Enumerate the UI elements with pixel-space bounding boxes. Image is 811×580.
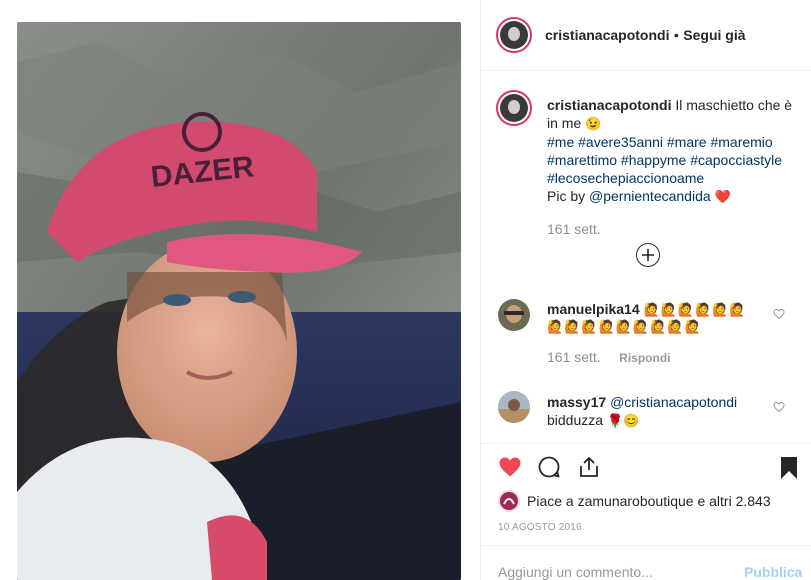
comment-input[interactable]: Aggiungi un commento...: [498, 564, 653, 580]
caption-avatar[interactable]: [496, 90, 532, 126]
red-heart-emoji-icon: ❤️: [714, 189, 731, 204]
header-separator: •: [673, 27, 679, 43]
comment-like-heart-icon[interactable]: [773, 401, 785, 413]
plus-circle-icon: [642, 249, 654, 261]
comment-username[interactable]: massy17: [547, 394, 606, 410]
load-more-comments-button[interactable]: [636, 243, 660, 267]
rose-smile-emoji-icon: 🌹😊: [606, 413, 640, 428]
credit-prefix: Pic by: [547, 188, 586, 204]
raising-hand-emoji-icon: 🙋🙋🙋🙋🙋🙋: [643, 302, 747, 317]
caption-block: cristianacapotondi Il maschietto che è i…: [547, 96, 797, 238]
follow-status-button[interactable]: Segui già: [683, 27, 745, 43]
hashtag[interactable]: #avere35anni: [578, 134, 663, 150]
comment-mention[interactable]: @cristianacapotondi: [610, 394, 737, 410]
comment-time: 161 sett.: [547, 349, 601, 365]
photo-illustration: DAZER: [17, 22, 461, 580]
hashtag[interactable]: #me: [547, 134, 574, 150]
post-media-area: DAZER: [0, 0, 480, 580]
share-icon[interactable]: [577, 455, 601, 479]
caption-time: 161 sett.: [547, 221, 601, 237]
comment-text: bidduzza: [547, 412, 604, 428]
post-header: cristianacapotondi • Segui già: [481, 0, 811, 71]
likes-summary[interactable]: Piace a zamunaroboutique e altri 2.843: [527, 493, 771, 509]
comment-item: manuelpika14 🙋🙋🙋🙋🙋🙋 🙋🙋🙋🙋🙋🙋🙋🙋🙋 161 sett. …: [547, 301, 767, 367]
post-photo[interactable]: DAZER: [17, 22, 461, 580]
post-date[interactable]: 10 AGOSTO 2016: [498, 522, 582, 533]
credit-mention[interactable]: @pernientecandida: [589, 188, 711, 204]
boutique-logo-icon: [500, 492, 518, 510]
like-heart-icon[interactable]: [497, 455, 523, 479]
caption-username[interactable]: cristianacapotondi: [547, 97, 671, 113]
comment-item: massy17 @cristianacapotondi bidduzza 🌹😊: [547, 393, 777, 430]
input-divider: [481, 545, 811, 546]
bookmark-icon[interactable]: [779, 456, 799, 480]
raising-hand-emoji-icon: 🙋🙋🙋🙋🙋🙋🙋🙋🙋: [547, 319, 702, 334]
hashtag[interactable]: #marettimo: [547, 152, 617, 168]
publish-button[interactable]: Pubblica: [744, 564, 802, 580]
actions-divider: [481, 443, 811, 444]
post-side-panel: cristianacapotondi • Segui già cristiana…: [481, 0, 811, 580]
comment-like-heart-icon[interactable]: [773, 308, 785, 320]
liker-avatar[interactable]: [498, 490, 520, 512]
commenter-avatar[interactable]: [498, 391, 530, 423]
hashtag[interactable]: #maremio: [710, 134, 772, 150]
comment-username[interactable]: manuelpika14: [547, 301, 640, 317]
author-avatar[interactable]: [496, 17, 532, 53]
hashtag[interactable]: #lecosechepiaccionoame: [547, 170, 704, 186]
wink-emoji-icon: 😉: [585, 116, 602, 131]
reply-button[interactable]: Rispondi: [619, 351, 670, 365]
hashtag[interactable]: #capocciastyle: [690, 152, 782, 168]
hashtag[interactable]: #happyme: [621, 152, 686, 168]
hashtag[interactable]: #mare: [667, 134, 707, 150]
comment-bubble-icon[interactable]: [537, 455, 561, 479]
author-username[interactable]: cristianacapotondi: [545, 27, 669, 43]
commenter-avatar[interactable]: [498, 299, 530, 331]
